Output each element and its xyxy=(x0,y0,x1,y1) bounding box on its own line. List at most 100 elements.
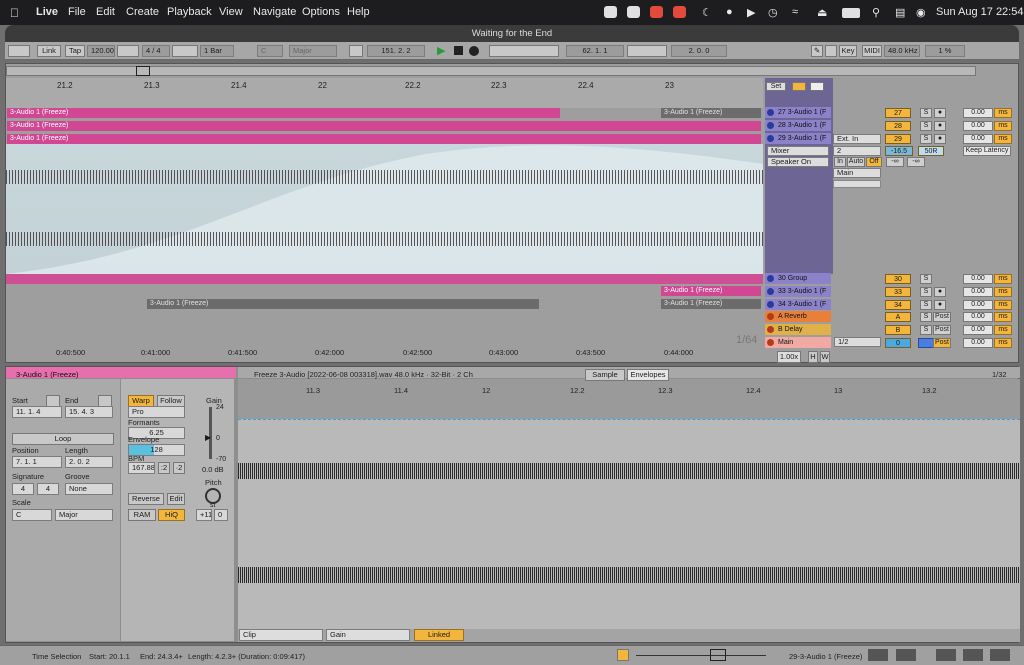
tab-envelopes[interactable]: Envelopes xyxy=(627,369,669,381)
delay-field[interactable]: 0.00 xyxy=(963,338,993,348)
delay-field[interactable]: 0.00 xyxy=(963,108,993,118)
delay-field[interactable]: 0.00 xyxy=(963,134,993,144)
envelope-device-select[interactable]: Clip xyxy=(239,629,323,641)
delay-field[interactable]: 0.00 xyxy=(963,325,993,335)
input-type-select[interactable]: Ext. In xyxy=(833,134,881,144)
record-icon[interactable] xyxy=(469,46,479,56)
output-select[interactable]: Main xyxy=(833,168,881,178)
clock-icon[interactable]: ◷ xyxy=(768,6,778,19)
track-activator-icon[interactable] xyxy=(767,288,774,295)
menu-view[interactable]: View xyxy=(219,6,243,18)
link-button[interactable]: Link xyxy=(37,45,61,57)
routing-icon[interactable] xyxy=(896,649,916,661)
solo-button[interactable]: S xyxy=(920,300,932,310)
track-volume[interactable]: 0 xyxy=(885,338,911,348)
stop-icon[interactable] xyxy=(454,46,463,55)
delay-unit[interactable]: ms xyxy=(994,108,1012,118)
arm-icon[interactable]: ● xyxy=(934,300,946,310)
sig-denominator[interactable]: 4 xyxy=(37,483,59,495)
overview-scroll[interactable] xyxy=(636,655,766,656)
track-name[interactable]: 30 Group xyxy=(765,273,831,284)
half-tempo-button[interactable]: :2 xyxy=(158,462,170,474)
groove-select[interactable]: None xyxy=(65,483,113,495)
menu-playback[interactable]: Playback xyxy=(167,6,212,18)
scale-select[interactable]: Major xyxy=(289,45,337,57)
track-activator-icon[interactable] xyxy=(767,301,774,308)
volume-field[interactable]: -16.5 xyxy=(885,146,913,156)
input-channel-select[interactable]: 2 xyxy=(833,146,881,156)
send-a-field[interactable]: -∞ xyxy=(886,157,904,167)
clip[interactable]: 3-Audio 1 (Freeze) xyxy=(147,299,539,309)
apple-icon[interactable]:  xyxy=(10,6,19,20)
sample-ruler[interactable] xyxy=(238,379,1020,419)
moon-icon[interactable]: ☾ xyxy=(702,6,712,19)
delay-unit[interactable]: ms xyxy=(994,325,1012,335)
track-name[interactable]: 29 3-Audio 1 (F xyxy=(765,133,831,144)
search-icon[interactable]: ⚲ xyxy=(872,6,880,19)
routing-icon[interactable] xyxy=(963,649,983,661)
delay-unit[interactable]: ms xyxy=(994,312,1012,322)
solo-button[interactable]: S xyxy=(920,287,932,297)
clip[interactable]: 3-Audio 1 (Freeze) xyxy=(7,121,761,131)
siri-icon[interactable]: ◉ xyxy=(916,6,926,19)
lock-icon[interactable] xyxy=(810,82,824,91)
solo-button[interactable]: S xyxy=(920,325,932,335)
reverse-button[interactable]: Reverse xyxy=(128,493,164,505)
loop-switch-button[interactable] xyxy=(627,45,667,57)
delay-unit[interactable]: ms xyxy=(994,274,1012,284)
envelope-control-select[interactable]: Gain xyxy=(326,629,410,641)
output-channel-select[interactable] xyxy=(833,180,881,188)
track-activator-icon[interactable] xyxy=(767,339,774,346)
track-name[interactable]: 33 3-Audio 1 (F xyxy=(765,286,831,297)
monitor-off-button[interactable]: Off xyxy=(866,157,882,167)
status-app-icon[interactable] xyxy=(650,6,663,18)
scale-mode-select[interactable]: Major xyxy=(55,509,113,521)
pencil-icon[interactable] xyxy=(792,82,806,91)
overview-bar[interactable] xyxy=(6,66,976,76)
grid-select[interactable]: 1/32 xyxy=(992,370,1007,379)
length-field[interactable]: 2. 0. 2 xyxy=(65,456,113,468)
clip[interactable]: 3-Audio 1 (Freeze) xyxy=(661,108,761,118)
track-name[interactable]: B Delay xyxy=(765,324,831,335)
gain-handle-icon[interactable]: ▶ xyxy=(205,433,211,442)
sample-editor[interactable] xyxy=(238,419,1020,629)
view-toggle-button[interactable] xyxy=(8,45,30,57)
solo-button[interactable]: S xyxy=(920,274,932,284)
loop-button[interactable]: Loop xyxy=(12,433,114,445)
track-volume[interactable]: 28 xyxy=(885,121,911,131)
tap-button[interactable]: Tap xyxy=(65,45,85,57)
play-status-icon[interactable]: ▶ xyxy=(747,6,755,19)
clock[interactable]: Sun Aug 17 22:54 xyxy=(936,6,1023,18)
cue-select[interactable]: 1/2 xyxy=(834,337,881,347)
double-tempo-button[interactable]: ·2 xyxy=(173,462,185,474)
track-name[interactable]: Main xyxy=(765,337,831,348)
solo-button[interactable]: S xyxy=(920,121,932,131)
track-volume[interactable]: B xyxy=(885,325,911,335)
track-activator-icon[interactable] xyxy=(767,326,774,333)
track-name[interactable]: 34 3-Audio 1 (F xyxy=(765,299,831,310)
ram-button[interactable]: RAM xyxy=(128,509,156,521)
draw-mode-icon[interactable]: ✎ xyxy=(811,45,823,57)
overview-window[interactable] xyxy=(136,66,150,76)
status-app-icon[interactable] xyxy=(627,6,640,18)
track-volume[interactable]: 29 xyxy=(885,134,911,144)
menu-navigate[interactable]: Navigate xyxy=(253,6,296,18)
tempo-field[interactable]: 120.00 xyxy=(87,45,115,57)
edit-button[interactable]: Edit xyxy=(167,493,185,505)
arm-icon[interactable]: ● xyxy=(934,134,946,144)
keep-latency-button[interactable]: Keep Latency xyxy=(963,146,1011,156)
arm-icon[interactable]: ● xyxy=(934,287,946,297)
monitor-auto-button[interactable]: Auto xyxy=(847,157,865,167)
quantize-select[interactable]: 1 Bar xyxy=(200,45,234,57)
solo-button[interactable]: S xyxy=(920,108,932,118)
track-activator-icon[interactable] xyxy=(767,275,774,282)
solo-button[interactable]: S xyxy=(920,312,932,322)
arm-icon[interactable]: ● xyxy=(934,108,946,118)
menu-options[interactable]: Options xyxy=(302,6,340,18)
send-b-field[interactable]: -∞ xyxy=(907,157,925,167)
routing-icon[interactable] xyxy=(868,649,888,661)
track-volume[interactable]: A xyxy=(885,312,911,322)
routing-icon[interactable] xyxy=(936,649,956,661)
track-activator-icon[interactable] xyxy=(767,109,774,116)
menu-edit[interactable]: Edit xyxy=(96,6,115,18)
